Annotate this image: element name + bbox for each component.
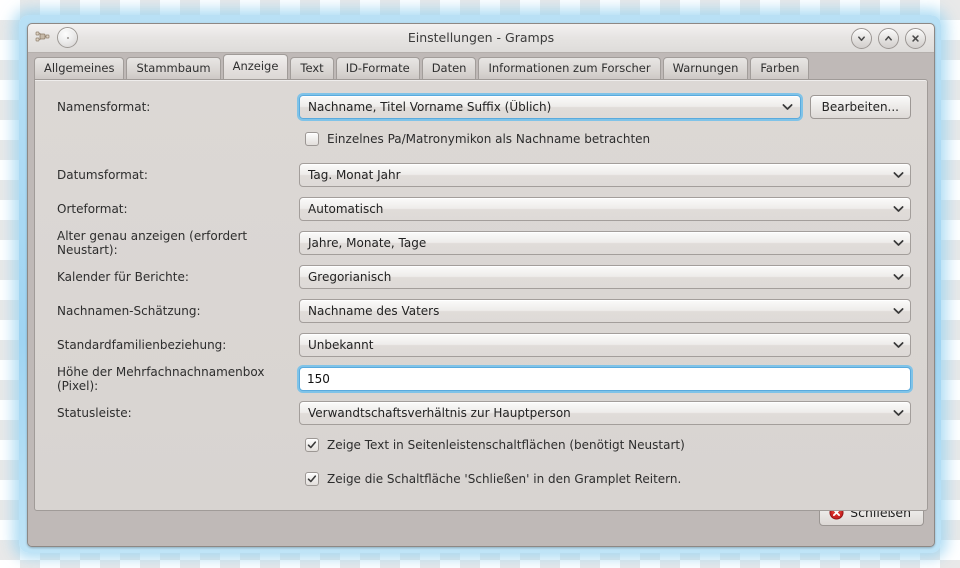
gramplet-close-checkbox-row[interactable]: Zeige die Schaltfläche 'Schließen' in de… [305,468,911,490]
report-calendar-combo[interactable]: Gregorianisch [299,264,911,289]
anzeige-settings-panel: Namensformat: Nachname, Titel Vorname Su… [34,79,928,511]
sidebar-text-checkbox[interactable] [305,438,319,452]
row-name-format: Namensformat: Nachname, Titel Vorname Su… [51,94,911,119]
tab-informationen-zum-forscher[interactable]: Informationen zum Forscher [478,57,661,79]
row-multiple-surname-box-height: Höhe der Mehrfachnachnamenbox (Pixel): [51,364,911,393]
titlebar-window-controls [851,28,926,49]
label-statusbar: Statusleiste: [57,405,132,420]
chevron-down-icon [886,239,910,247]
date-format-value: Tag. Monat Jahr [308,167,401,182]
tab-text[interactable]: Text [290,57,334,79]
minimize-button[interactable] [851,28,872,49]
sidebar-text-checkbox-label: Zeige Text in Seitenleistenschaltflächen… [327,438,685,452]
label-place-format: Orteformat: [57,201,128,216]
check-icon [307,441,317,449]
tab-anzeige[interactable]: Anzeige [222,54,289,79]
row-report-calendar: Kalender für Berichte: Gregorianisch [51,264,911,289]
window-titlebar[interactable]: Einstellungen - Gramps [28,24,934,53]
surname-guess-value: Nachname des Vaters [308,303,440,318]
check-icon [307,475,317,483]
report-calendar-value: Gregorianisch [308,269,392,284]
default-family-relationship-value: Unbekannt [308,337,374,352]
chevron-down-icon [886,273,910,281]
tab-id-formate[interactable]: ID-Formate [335,57,420,79]
statusbar-value: Verwandtschaftsverhältnis zur Hauptperso… [308,405,571,420]
tab-stammbaum[interactable]: Stammbaum [126,57,221,79]
label-default-family-relationship: Standardfamilienbeziehung: [57,337,227,352]
chevron-down-icon [886,307,910,315]
preferences-tabstrip: Allgemeines Stammbaum Anzeige Text ID-Fo… [28,53,934,79]
chevron-down-icon [858,36,865,42]
place-format-combo[interactable]: Automatisch [299,196,911,221]
tab-warnungen[interactable]: Warnungen [662,57,749,79]
close-window-button[interactable] [905,28,926,49]
chevron-down-icon [776,103,800,111]
age-precision-combo[interactable]: Jahre, Monate, Tage [299,230,911,255]
label-age-precision: Alter genau anzeigen (erfordert Neustart… [57,228,248,257]
row-place-format: Orteformat: Automatisch [51,196,911,221]
patronymic-checkbox-row[interactable]: Einzelnes Pa/Matronymikon als Nachname b… [305,128,911,150]
window-title: Einstellungen - Gramps [407,30,555,45]
chevron-down-icon [886,205,910,213]
settings-form: Namensformat: Nachname, Titel Vorname Su… [35,80,927,490]
tab-allgemeines[interactable]: Allgemeines [34,57,125,79]
patronymic-checkbox-label: Einzelnes Pa/Matronymikon als Nachname b… [327,132,651,146]
close-x-icon [912,35,919,42]
name-format-value: Nachname, Titel Vorname Suffix (Üblich) [308,99,552,114]
date-format-combo[interactable]: Tag. Monat Jahr [299,162,911,187]
gramplet-close-checkbox-label: Zeige die Schaltfläche 'Schließen' in de… [327,472,682,486]
edit-name-format-button[interactable]: Bearbeiten... [809,94,911,119]
row-statusbar: Statusleiste: Verwandtschaftsverhältnis … [51,400,911,425]
age-precision-value: Jahre, Monate, Tage [308,235,427,250]
surname-guess-combo[interactable]: Nachname des Vaters [299,298,911,323]
gramplet-close-checkbox[interactable] [305,472,319,486]
row-age-precision: Alter genau anzeigen (erfordert Neustart… [51,228,911,257]
tab-farben[interactable]: Farben [750,57,810,79]
row-date-format: Datumsformat: Tag. Monat Jahr [51,162,911,187]
maximize-button[interactable] [878,28,899,49]
multiple-surname-box-height-input[interactable] [299,366,911,391]
tab-daten[interactable]: Daten [421,57,477,79]
label-surname-guess: Nachnamen-Schätzung: [57,303,201,318]
chevron-down-icon [886,171,910,179]
row-surname-guess: Nachnamen-Schätzung: Nachname des Vaters [51,298,911,323]
sidebar-text-checkbox-row[interactable]: Zeige Text in Seitenleistenschaltflächen… [305,434,911,456]
label-multiple-surname-box-height: Höhe der Mehrfachnachnamenbox (Pixel): [57,364,265,393]
name-format-combo[interactable]: Nachname, Titel Vorname Suffix (Üblich) [299,94,801,119]
label-date-format: Datumsformat: [57,167,148,182]
patronymic-checkbox[interactable] [305,132,319,146]
place-format-value: Automatisch [308,201,384,216]
chevron-down-icon [886,409,910,417]
preferences-window: Einstellungen - Gramps Allgemeines Stamm… [27,23,935,547]
row-default-family-relationship: Standardfamilienbeziehung: Unbekannt [51,332,911,357]
label-report-calendar: Kalender für Berichte: [57,269,189,284]
label-name-format: Namensformat: [57,99,151,114]
default-family-relationship-combo[interactable]: Unbekannt [299,332,911,357]
chevron-up-icon [885,35,892,41]
chevron-down-icon [886,341,910,349]
statusbar-combo[interactable]: Verwandtschaftsverhältnis zur Hauptperso… [299,400,911,425]
